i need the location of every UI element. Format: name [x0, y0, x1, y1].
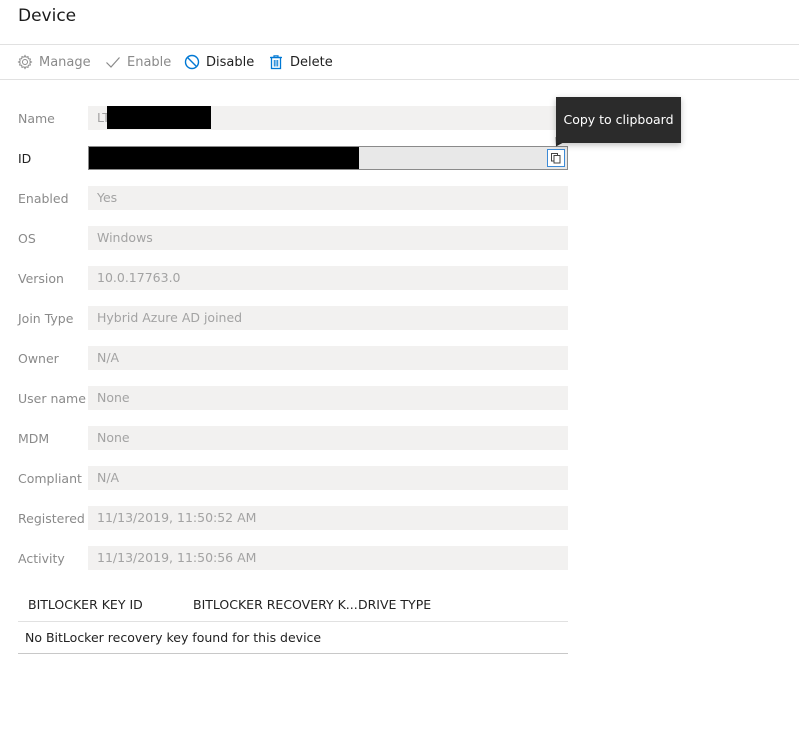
trash-icon — [270, 55, 282, 70]
os-field[interactable]: Windows — [88, 226, 568, 250]
enable-label: Enable — [127, 54, 172, 70]
gear-icon — [17, 54, 33, 70]
enabled-field[interactable]: Yes — [88, 186, 568, 210]
table-empty-message: No BitLocker recovery key found for this… — [18, 622, 568, 654]
name-field[interactable]: LT — [88, 106, 568, 130]
owner-value: N/A — [97, 350, 120, 365]
page-title: Device — [18, 6, 77, 26]
checkmark-icon — [106, 57, 120, 68]
mdm-label: MDM — [18, 431, 50, 446]
copy-icon — [551, 153, 561, 164]
activity-field[interactable]: 11/13/2019, 11:50:56 AM — [88, 546, 568, 570]
version-value: 10.0.17763.0 — [97, 270, 181, 285]
disable-label: Disable — [206, 54, 255, 70]
disable-button[interactable]: Disable — [184, 45, 254, 79]
manage-label: Manage — [39, 54, 91, 70]
redaction-box — [107, 106, 211, 129]
registered-label: Registered — [18, 511, 85, 526]
registered-value: 11/13/2019, 11:50:52 AM — [97, 510, 257, 525]
mdm-field[interactable]: None — [88, 426, 568, 450]
mdm-value: None — [97, 430, 130, 445]
bitlocker-table: BITLOCKER KEY ID BITLOCKER RECOVERY K...… — [18, 588, 568, 654]
enable-button[interactable]: Enable — [105, 45, 171, 79]
column-header-recovery-key[interactable]: BITLOCKER RECOVERY K... — [193, 588, 358, 621]
enabled-value: Yes — [97, 190, 118, 205]
version-label: Version — [18, 271, 64, 286]
block-icon — [184, 54, 200, 70]
column-header-drive-type[interactable]: DRIVE TYPE — [358, 588, 431, 621]
id-field[interactable] — [88, 146, 568, 170]
table-header: BITLOCKER KEY ID BITLOCKER RECOVERY K...… — [18, 588, 568, 622]
join-type-value: Hybrid Azure AD joined — [97, 310, 243, 325]
registered-field[interactable]: 11/13/2019, 11:50:52 AM — [88, 506, 568, 530]
compliant-value: N/A — [97, 470, 120, 485]
os-value: Windows — [97, 230, 153, 245]
owner-label: Owner — [18, 351, 59, 366]
copy-tooltip: Copy to clipboard — [556, 97, 681, 143]
copy-to-clipboard-button[interactable] — [547, 149, 565, 167]
column-header-key-id[interactable]: BITLOCKER KEY ID — [28, 588, 143, 621]
user-name-field[interactable]: None — [88, 386, 568, 410]
manage-button[interactable]: Manage — [17, 45, 91, 79]
delete-label: Delete — [290, 54, 333, 70]
compliant-field[interactable]: N/A — [88, 466, 568, 490]
join-type-field[interactable]: Hybrid Azure AD joined — [88, 306, 568, 330]
delete-button[interactable]: Delete — [268, 45, 333, 79]
owner-field[interactable]: N/A — [88, 346, 568, 370]
os-label: OS — [18, 231, 36, 246]
redaction-box — [89, 147, 359, 169]
join-type-label: Join Type — [18, 311, 74, 326]
name-label: Name — [18, 111, 55, 126]
enabled-label: Enabled — [18, 191, 69, 206]
activity-label: Activity — [18, 551, 65, 566]
version-field[interactable]: 10.0.17763.0 — [88, 266, 568, 290]
command-bar: Manage Enable Disable Delete — [0, 44, 799, 80]
user-name-value: None — [97, 390, 130, 405]
user-name-label: User name — [18, 391, 86, 406]
id-label: ID — [18, 151, 32, 166]
compliant-label: Compliant — [18, 471, 82, 486]
activity-value: 11/13/2019, 11:50:56 AM — [97, 550, 257, 565]
